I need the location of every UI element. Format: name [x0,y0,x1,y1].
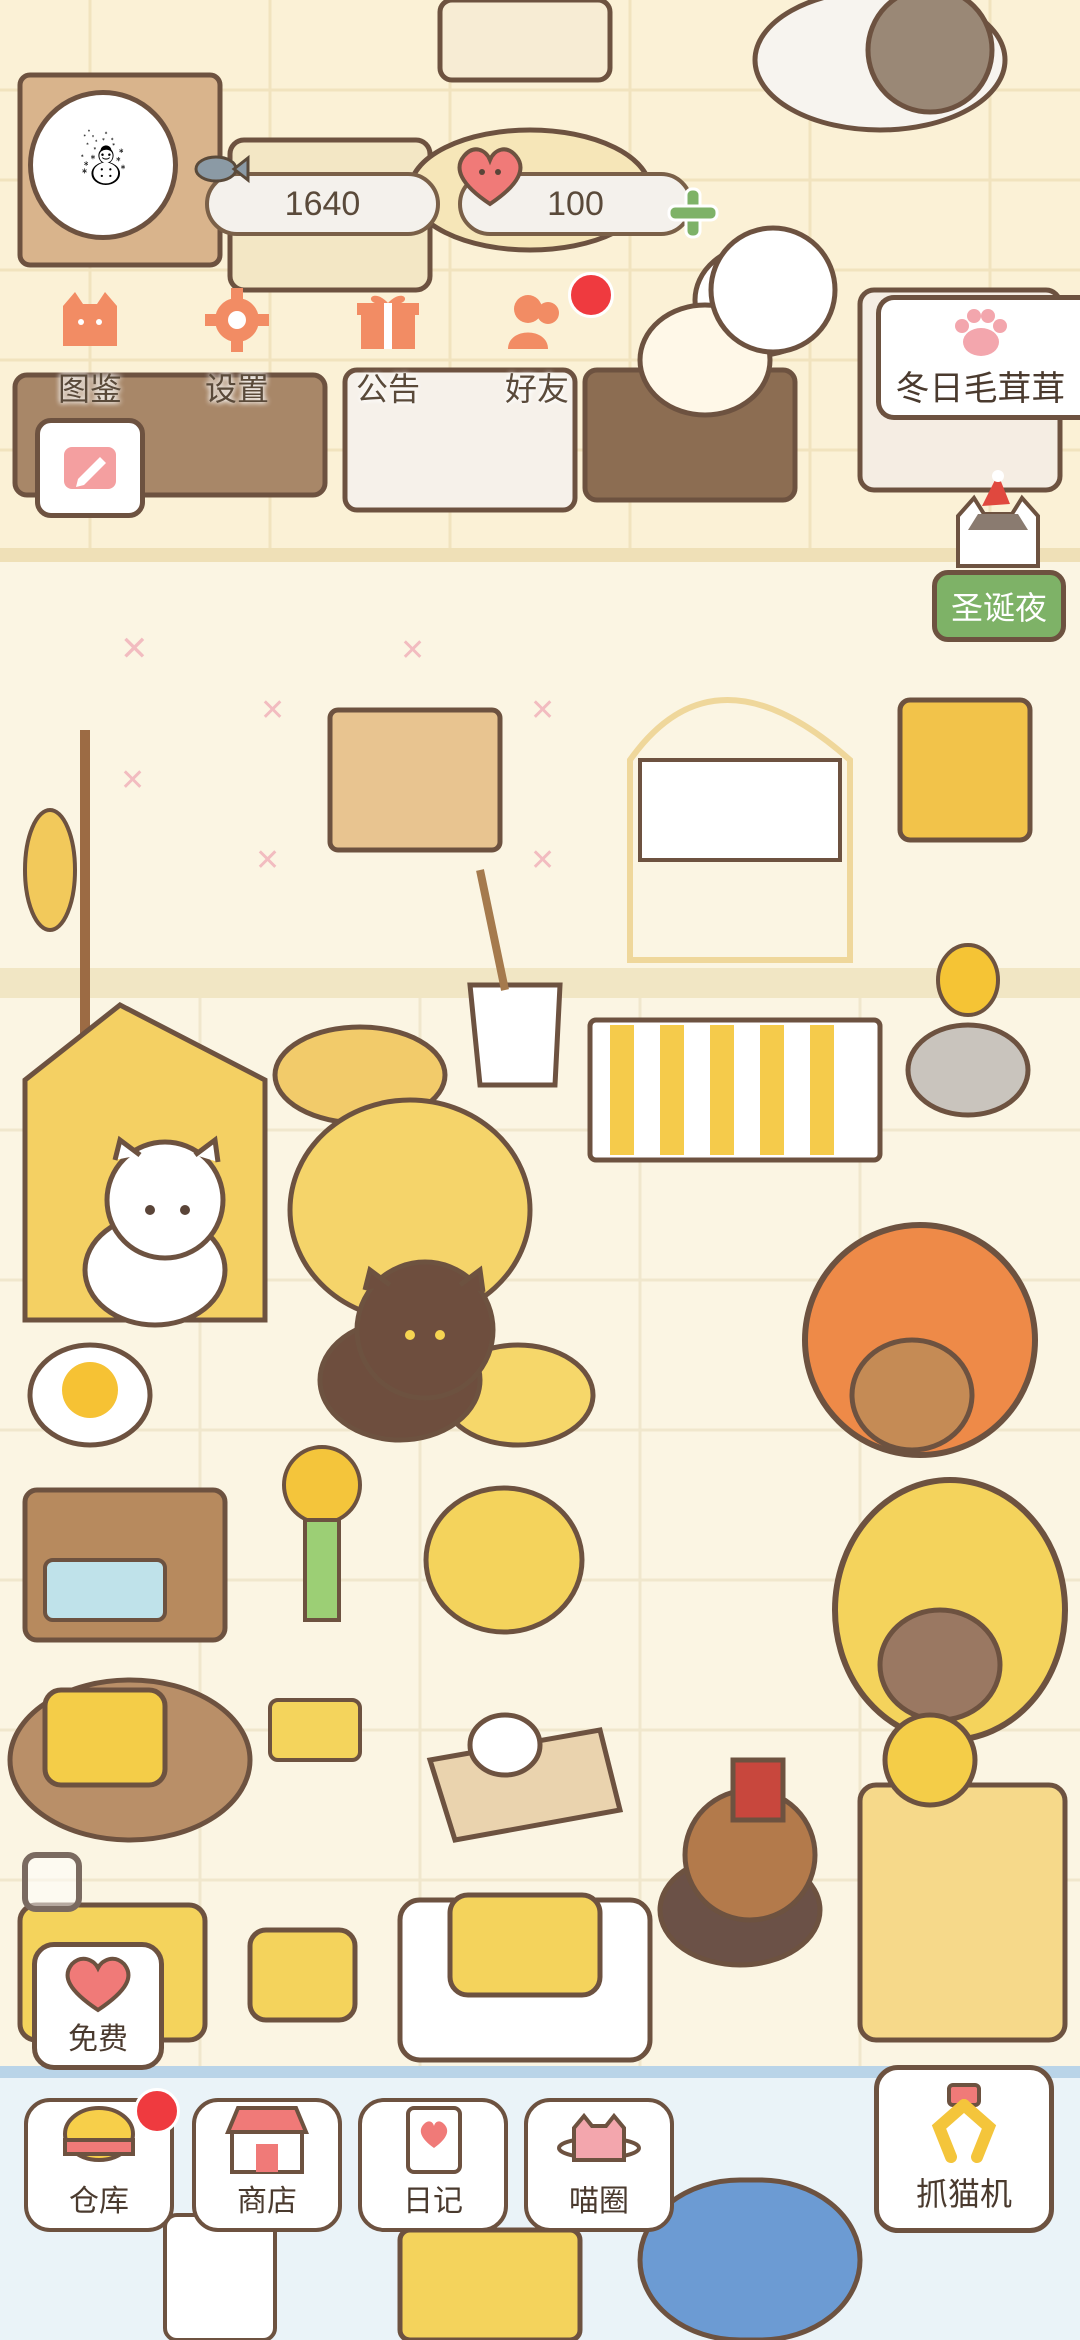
shop-icon [224,2104,310,2176]
claw-machine-button[interactable]: 抓猫机 [874,2065,1054,2233]
cat-face-icon [48,278,132,362]
menu-label: 公告 [355,371,420,407]
warehouse-badge [134,2088,180,2134]
gift-icon [346,278,430,362]
menu-collection-button[interactable]: 图鉴 [45,278,135,410]
pencil-icon [60,443,120,493]
scroll-handle-icon [22,1852,82,1912]
plus-icon[interactable] [665,185,721,241]
svg-text:✕: ✕ [120,764,145,797]
santa-cat-icon [938,470,1058,570]
diary-label: 日记 [403,2185,463,2218]
gear-icon [195,278,279,362]
shop-label: 商店 [237,2185,297,2218]
claw-icon [919,2083,1009,2169]
friends-badge [568,272,614,318]
warehouse-label: 仓库 [69,2185,129,2218]
diary-icon [398,2104,468,2176]
friends-icon [495,278,579,362]
heart-coin-icon [450,140,530,210]
menu-settings-button[interactable]: 设置 [192,278,282,410]
free-button[interactable]: 免费 [32,1942,164,2070]
svg-text:✕: ✕ [530,694,555,727]
menu-label: 好友 [504,371,569,407]
cat-circle-label: 喵圈 [569,2185,629,2218]
christmas-label: 圣诞夜 [950,590,1047,626]
heart-icon [58,1954,138,2014]
winter-event-label: 冬日毛茸茸 [895,369,1066,408]
menu-notice-button[interactable]: 公告 [343,278,433,410]
svg-text:✕: ✕ [530,844,555,877]
shop-button[interactable]: 商店 [192,2098,342,2232]
winter-event-banner[interactable]: 冬日毛茸茸 [876,295,1080,420]
free-label: 免费 [68,2023,128,2056]
fish-currency-value: 1640 [284,184,361,223]
menu-label: 图鉴 [57,371,122,407]
heart-currency-value: 100 [547,184,604,223]
paw-icon [946,306,1016,361]
snowman-avatar-icon: ☃ [76,131,130,198]
player-avatar[interactable]: ☃ [18,75,203,265]
claw-machine-label: 抓猫机 [915,2176,1012,2212]
cat-circle-button[interactable]: 喵圈 [524,2098,674,2232]
menu-label: 设置 [204,371,269,407]
planet-cat-icon [554,2104,644,2176]
svg-text:✕: ✕ [260,694,285,727]
christmas-event-button[interactable]: 圣诞夜 [932,570,1066,642]
svg-text:✕: ✕ [120,630,149,668]
svg-text:✕: ✕ [255,844,280,877]
fish-icon [190,148,250,190]
svg-text:✕: ✕ [400,634,425,667]
diary-button[interactable]: 日记 [358,2098,508,2232]
edit-button[interactable] [35,418,145,518]
bowl-icon [59,2104,139,2176]
